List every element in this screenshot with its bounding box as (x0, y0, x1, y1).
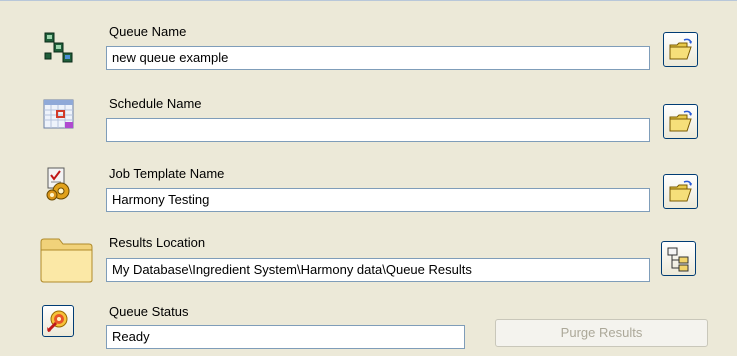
open-folder-icon (669, 180, 692, 202)
open-folder-icon (669, 38, 692, 60)
queue-status-target-icon (46, 310, 68, 333)
queue-icon (44, 32, 74, 67)
queue-status-input[interactable]: Ready (106, 325, 465, 349)
queue-status-button[interactable] (42, 305, 74, 337)
job-template-browse-button[interactable] (663, 174, 698, 209)
results-location-label: Results Location (109, 235, 206, 250)
schedule-name-label: Schedule Name (109, 96, 202, 111)
results-location-browse-button[interactable] (661, 241, 696, 276)
queue-name-browse-button[interactable] (663, 32, 698, 67)
queue-properties-panel: Queue Name new queue example Schedule Na… (0, 0, 737, 356)
top-divider (0, 0, 737, 1)
schedule-name-input[interactable] (106, 118, 650, 142)
purge-results-button[interactable]: Purge Results (495, 319, 708, 347)
job-template-icon (45, 167, 75, 204)
queue-status-label: Queue Status (109, 304, 189, 319)
tree-structure-icon (667, 247, 689, 272)
open-folder-icon (669, 110, 692, 132)
results-location-input[interactable]: My Database\Ingredient System\Harmony da… (106, 258, 650, 282)
job-template-name-label: Job Template Name (109, 166, 225, 181)
folder-icon (39, 236, 95, 287)
queue-name-input[interactable]: new queue example (106, 46, 650, 70)
job-template-name-input[interactable]: Harmony Testing (106, 188, 650, 212)
queue-name-label: Queue Name (109, 24, 187, 39)
schedule-name-browse-button[interactable] (663, 104, 698, 139)
schedule-calendar-icon (43, 98, 75, 133)
